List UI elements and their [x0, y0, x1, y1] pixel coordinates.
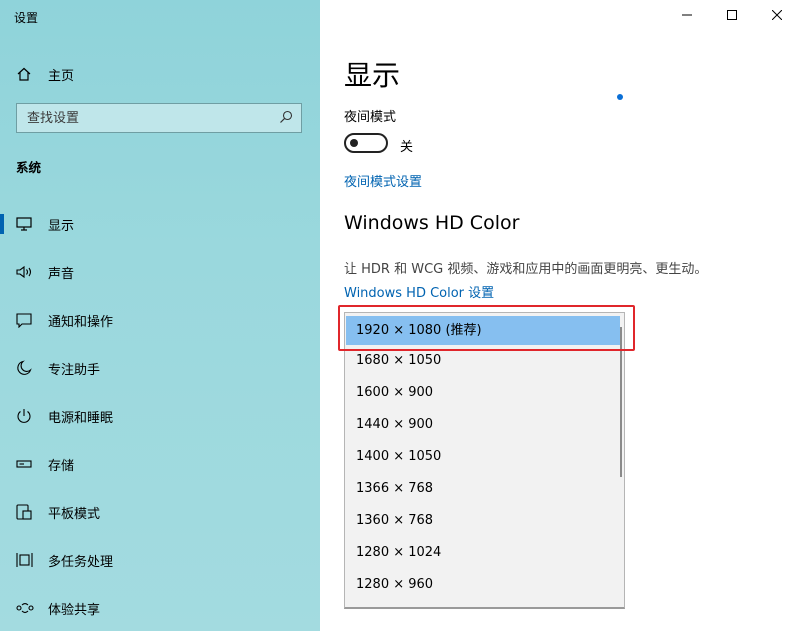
section-label: 系统: [16, 160, 42, 175]
toggle-knob: [350, 139, 358, 147]
search-box: [16, 103, 302, 133]
resolution-option[interactable]: 1920 × 1080 (推荐): [346, 316, 620, 345]
sidebar-item-sound[interactable]: 声音: [0, 256, 320, 304]
sidebar-item-label: 主页: [48, 68, 75, 84]
sidebar-item-home[interactable]: 主页: [16, 63, 74, 85]
night-mode-label: 夜间模式: [344, 110, 397, 125]
close-button[interactable]: [754, 0, 799, 32]
maximize-icon: [726, 9, 737, 24]
close-icon: [771, 9, 782, 24]
sidebar-item-label: 声音: [48, 266, 75, 282]
scroll-indicator: [617, 94, 623, 100]
window-controls: [664, 0, 799, 32]
night-mode-toggle[interactable]: [344, 133, 388, 153]
app-title: 设置: [14, 11, 39, 25]
sidebar-item-label: 平板模式: [48, 506, 101, 522]
sidebar-item-notifications[interactable]: 通知和操作: [0, 304, 320, 352]
resolution-option[interactable]: 1366 × 768: [345, 473, 624, 505]
sidebar-item-label: 专注助手: [48, 362, 101, 378]
sidebar: 设置 主页 系统 显示 声音 通知和操作: [0, 0, 320, 631]
sidebar-nav: 显示 声音 通知和操作 专注助手 电源和睡眠 存储 平板模式 多任务处理 体验共…: [0, 208, 320, 640]
power-icon: [16, 407, 36, 425]
monitor-icon: [16, 215, 36, 233]
sidebar-item-power-sleep[interactable]: 电源和睡眠: [0, 400, 320, 448]
sidebar-item-display[interactable]: 显示: [0, 208, 320, 256]
speaker-icon: [16, 263, 36, 281]
storage-icon: [16, 455, 36, 473]
hd-color-heading: Windows HD Color: [344, 212, 520, 234]
resolution-option[interactable]: 1600 × 900: [345, 377, 624, 409]
sidebar-item-label: 体验共享: [48, 602, 101, 618]
search-input[interactable]: [27, 110, 267, 126]
resolution-option[interactable]: 1400 × 1050: [345, 441, 624, 473]
page-title: 显示: [344, 59, 401, 92]
multitask-icon: [16, 551, 36, 569]
dropdown-scrollbar[interactable]: [620, 327, 622, 477]
hd-color-description: 让 HDR 和 WCG 视频、游戏和应用中的画面更明亮、更生动。: [344, 262, 708, 277]
resolution-option[interactable]: 1440 × 900: [345, 409, 624, 441]
sidebar-item-storage[interactable]: 存储: [0, 448, 320, 496]
moon-icon: [16, 359, 36, 377]
resolution-option[interactable]: 1280 × 1024: [345, 537, 624, 569]
tablet-icon: [16, 503, 36, 521]
minimize-icon: [681, 9, 692, 24]
sidebar-item-label: 存储: [48, 458, 75, 474]
search-icon[interactable]: [279, 109, 293, 128]
sidebar-item-label: 显示: [48, 218, 75, 234]
sidebar-item-shared-experiences[interactable]: 体验共享: [0, 592, 320, 640]
minimize-button[interactable]: [664, 0, 709, 32]
sidebar-item-label: 电源和睡眠: [48, 410, 114, 426]
resolution-dropdown-list[interactable]: 1920 × 1080 (推荐) 1680 × 1050 1600 × 900 …: [344, 312, 625, 609]
night-mode-state: 关: [400, 140, 414, 155]
hd-color-settings-link[interactable]: Windows HD Color 设置: [344, 282, 494, 301]
sidebar-item-label: 多任务处理: [48, 554, 114, 570]
night-mode-settings-link[interactable]: 夜间模式设置: [344, 171, 422, 190]
sidebar-item-focus-assist[interactable]: 专注助手: [0, 352, 320, 400]
sidebar-item-tablet-mode[interactable]: 平板模式: [0, 496, 320, 544]
share-icon: [16, 599, 36, 617]
resolution-option[interactable]: 1680 × 1050: [345, 345, 624, 377]
sidebar-item-label: 通知和操作: [48, 314, 114, 330]
notification-icon: [16, 311, 36, 329]
sidebar-item-multitasking[interactable]: 多任务处理: [0, 544, 320, 592]
resolution-option[interactable]: 1280 × 960: [345, 569, 624, 601]
home-icon: [16, 65, 36, 83]
resolution-option[interactable]: 1360 × 768: [345, 505, 624, 537]
maximize-button[interactable]: [709, 0, 754, 32]
